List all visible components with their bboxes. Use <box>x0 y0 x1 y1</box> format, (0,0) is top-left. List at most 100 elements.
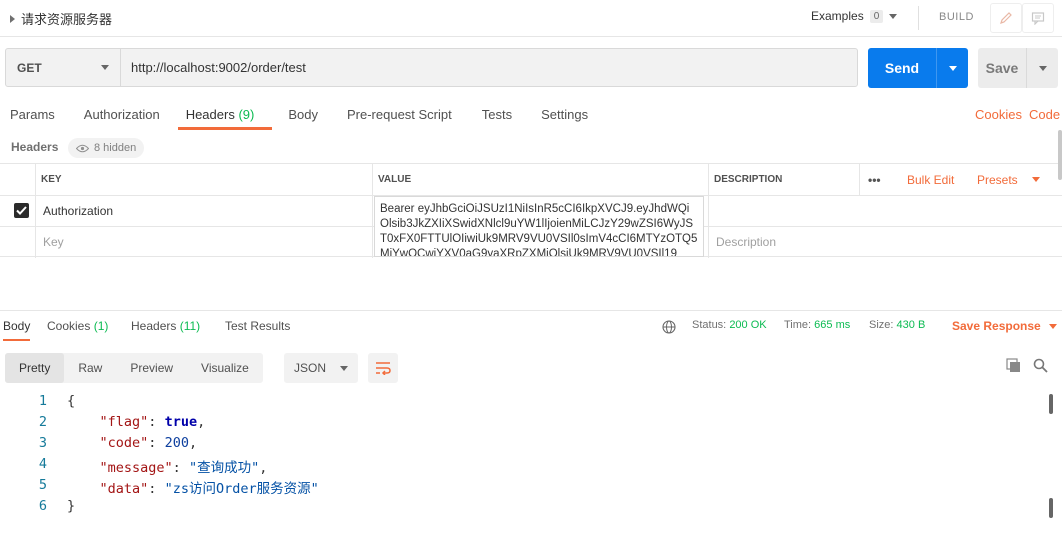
code-text: { <box>67 393 76 409</box>
tab-headers[interactable]: Headers (9) <box>177 100 273 130</box>
request-tabs: Params Authorization Headers (9) Body Pr… <box>0 100 588 130</box>
search-icon[interactable] <box>1033 358 1048 376</box>
code-text: } <box>67 498 76 514</box>
wrap-lines-button[interactable] <box>368 353 398 383</box>
tab-response-headers[interactable]: Headers (11) <box>131 319 200 333</box>
request-name: 请求资源服务器 <box>21 12 113 27</box>
save-response-dropdown[interactable]: Save Response <box>952 319 1057 333</box>
json-key: "code" <box>99 435 149 451</box>
status-readout: Status: 200 OK <box>692 319 767 331</box>
tab-authorization[interactable]: Authorization <box>84 100 160 130</box>
pencil-icon <box>1000 12 1012 24</box>
send-label: Send <box>884 60 920 76</box>
edit-button[interactable] <box>990 3 1022 33</box>
new-header-description-input[interactable]: Description <box>710 226 1050 257</box>
editor-scrollbar-top[interactable] <box>1049 394 1053 414</box>
cookies-tab-label: Cookies <box>47 319 91 333</box>
tab-headers-label: Headers <box>185 107 235 122</box>
comments-button[interactable] <box>1022 3 1054 33</box>
examples-dropdown[interactable]: Examples 0 <box>811 9 898 23</box>
globe-icon[interactable] <box>662 320 676 337</box>
headers-section-title: Headers <box>11 140 59 154</box>
chevron-down-icon <box>1038 65 1047 71</box>
request-topbar <box>0 0 1062 37</box>
save-button[interactable]: Save <box>978 48 1058 88</box>
code-line: 2 "flag": true, <box>38 414 206 430</box>
tab-settings[interactable]: Settings <box>541 100 588 130</box>
tab-response-body[interactable]: Body <box>3 319 31 341</box>
build-label: BUILD <box>939 11 974 23</box>
examples-label: Examples <box>811 9 864 23</box>
method-value: GET <box>17 60 42 75</box>
header-enabled-checkbox[interactable] <box>8 195 35 226</box>
eye-icon <box>76 144 89 152</box>
json-key: "message" <box>99 460 173 476</box>
examples-count-badge: 0 <box>869 9 884 23</box>
send-options-button[interactable] <box>937 65 968 71</box>
json-value: "查询成功" <box>188 460 260 476</box>
chevron-down-icon <box>101 65 109 70</box>
cookies-link[interactable]: Cookies <box>975 107 1022 122</box>
header-value-cell[interactable]: Bearer eyJhbGciOiJSUzI1NiIsInR5cCI6IkpXV… <box>374 196 704 257</box>
wrap-icon <box>376 362 391 375</box>
json-key: "data" <box>99 481 149 497</box>
editor-scrollbar-bottom[interactable] <box>1049 498 1053 518</box>
checkmark-icon <box>14 203 29 218</box>
code-line: 3 "code": 200, <box>38 435 198 451</box>
save-response-label: Save Response <box>952 319 1041 333</box>
send-button[interactable]: Send <box>868 48 968 88</box>
new-header-key-input[interactable]: Key <box>37 226 372 257</box>
column-header-key: KEY <box>41 174 62 185</box>
size-value: 430 B <box>896 319 926 331</box>
url-input[interactable]: http://localhost:9002/order/test <box>120 48 858 87</box>
hidden-headers-toggle[interactable]: 8 hidden <box>68 138 145 158</box>
column-header-description: DESCRIPTION <box>714 174 783 185</box>
code-link[interactable]: Code <box>1029 107 1060 122</box>
language-value: JSON <box>294 361 327 375</box>
json-value: "zs访问Order服务资源" <box>164 481 319 497</box>
chevron-down-icon <box>1048 323 1057 329</box>
tab-headers-count: (9) <box>238 107 255 122</box>
save-options-button[interactable] <box>1027 65 1058 71</box>
method-select[interactable]: GET <box>5 48 121 87</box>
presets-label: Presets <box>977 172 1018 187</box>
tab-body[interactable]: Body <box>288 100 318 130</box>
request-scrollbar[interactable] <box>1058 130 1062 180</box>
format-pretty[interactable]: Pretty <box>5 353 65 383</box>
presets-dropdown[interactable]: Presets <box>971 164 1051 195</box>
language-select[interactable]: JSON <box>284 353 358 383</box>
status-label: Status: <box>692 319 727 331</box>
format-toolbar: Pretty Raw Preview Visualize <box>5 353 263 383</box>
save-label: Save <box>985 60 1019 76</box>
code-line: 5 "data": "zs访问Order服务资源" <box>38 477 319 497</box>
more-options-button[interactable]: ••• <box>862 164 892 195</box>
code-line: 6} <box>0 498 1040 519</box>
size-readout: Size: 430 B <box>869 319 925 331</box>
chevron-down-icon <box>889 13 898 19</box>
expand-triangle-icon[interactable] <box>10 14 15 23</box>
time-label: Time: <box>784 319 812 331</box>
bulk-edit-button[interactable]: Bulk Edit <box>901 164 971 195</box>
size-label: Size: <box>869 319 894 331</box>
request-title[interactable]: 请求资源服务器 <box>10 9 112 28</box>
chevron-down-icon <box>340 365 348 371</box>
format-raw[interactable]: Raw <box>64 353 116 383</box>
response-tabs: Body Cookies (1) Headers (11) Test Resul… <box>0 310 1062 342</box>
hidden-count-label: 8 hidden <box>94 142 137 154</box>
tab-response-cookies[interactable]: Cookies (1) <box>47 319 108 333</box>
json-key: "flag" <box>99 414 149 430</box>
tab-params[interactable]: Params <box>10 100 55 130</box>
copy-icon[interactable] <box>1006 358 1021 376</box>
time-readout: Time: 665 ms <box>784 319 850 331</box>
json-value: true <box>164 414 198 430</box>
header-key-cell[interactable]: Authorization <box>37 195 372 226</box>
tab-prerequest-script[interactable]: Pre-request Script <box>347 100 452 130</box>
format-visualize[interactable]: Visualize <box>187 353 263 383</box>
chevron-down-icon <box>948 65 957 71</box>
tab-test-results[interactable]: Test Results <box>225 319 290 333</box>
headers-tab-label: Headers <box>131 319 177 333</box>
tab-tests[interactable]: Tests <box>482 100 512 130</box>
format-preview[interactable]: Preview <box>116 353 187 383</box>
column-header-value: VALUE <box>378 174 412 185</box>
code-line: 4 "message": "查询成功", <box>38 456 268 476</box>
